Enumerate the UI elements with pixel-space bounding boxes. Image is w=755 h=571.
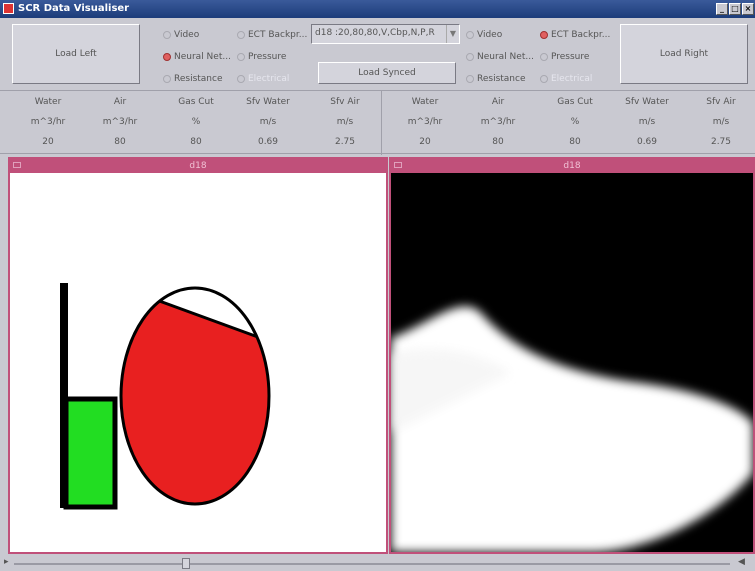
radio-off-icon [466,53,474,61]
panel-minimize-icon[interactable] [394,162,402,168]
title-bar: SCR Data Visualiser _ □ × [0,0,755,18]
radio-off-icon [466,31,474,39]
left-visualisation-panel: d18 [8,157,388,554]
right-value-water: 20 [419,137,431,147]
left-value-gas-cut: 80 [190,137,202,147]
left-radio-electrical: Electrical [237,74,289,84]
right-value-air: 80 [492,137,504,147]
pipe-cross-section-graphic [10,173,386,552]
right-radio-neural[interactable]: Neural Net... [466,52,534,62]
maximize-button[interactable]: □ [729,3,741,15]
panel-minimize-icon[interactable] [13,162,21,168]
dataset-select[interactable]: d18 :20,80,80,V,Cbp,N,P,R ▼ [311,24,460,44]
left-value-water: 20 [42,137,54,147]
radio-on-icon [540,31,548,39]
left-radio-resistance[interactable]: Resistance [163,74,223,84]
load-left-button[interactable]: Load Left [12,24,140,84]
right-header-sfv-water: Sfv Water [625,97,669,107]
left-value-sfv-water: 0.69 [257,137,279,147]
right-panel-header: d18 [391,159,753,173]
left-value-air: 80 [114,137,126,147]
level-bar-fill [63,396,118,510]
left-radio-pressure[interactable]: Pressure [237,52,286,62]
right-value-gas-cut: 80 [569,137,581,147]
right-visualisation-panel: d18 [389,157,755,554]
right-panel-title: d18 [563,161,581,171]
timeline-slider[interactable]: ▸ ◀ [0,556,755,571]
right-unit-sfv-air: m/s [712,117,730,127]
metrics-panel: Water Air Gas Cut Sfv Water Sfv Air m^3/… [0,90,755,155]
left-unit-gas-cut: % [191,117,201,127]
window-title: SCR Data Visualiser [18,3,130,14]
radio-off-icon [163,31,171,39]
right-unit-air: m^3/hr [480,117,516,127]
left-unit-sfv-water: m/s [259,117,277,127]
app-icon [3,3,14,14]
radio-off-icon [163,75,171,83]
right-unit-water: m^3/hr [407,117,443,127]
left-radio-video[interactable]: Video [163,30,199,40]
right-radio-electrical: Electrical [540,74,592,84]
left-header-sfv-water: Sfv Water [246,97,290,107]
slider-track[interactable] [14,563,730,565]
left-header-sfv-air: Sfv Air [330,97,360,107]
left-header-gas-cut: Gas Cut [178,97,214,107]
right-value-sfv-water: 0.69 [636,137,658,147]
left-header-air: Air [113,97,127,107]
right-unit-sfv-water: m/s [638,117,656,127]
radio-disabled-icon [540,75,548,83]
controls-bar: Load Left Video ECT Backpr... Neural Net… [0,18,755,90]
slider-left-arrow-icon[interactable]: ▸ [4,557,9,567]
radio-off-icon [237,31,245,39]
right-header-sfv-air: Sfv Air [706,97,736,107]
radio-off-icon [540,53,548,61]
right-value-sfv-air: 2.75 [710,137,732,147]
right-radio-video[interactable]: Video [466,30,502,40]
right-radio-resistance[interactable]: Resistance [466,74,526,84]
right-header-water: Water [411,97,439,107]
right-header-gas-cut: Gas Cut [557,97,593,107]
chevron-down-icon[interactable]: ▼ [446,25,459,43]
left-unit-water: m^3/hr [30,117,66,127]
radio-disabled-icon [237,75,245,83]
left-unit-air: m^3/hr [102,117,138,127]
slider-thumb[interactable] [181,558,190,569]
right-header-air: Air [491,97,505,107]
radio-on-icon [163,53,171,61]
left-radio-ect[interactable]: ECT Backpr... [237,30,307,40]
left-unit-sfv-air: m/s [336,117,354,127]
right-radio-ect[interactable]: ECT Backpr... [540,30,610,40]
left-radio-neural[interactable]: Neural Net... [163,52,231,62]
left-value-sfv-air: 2.75 [334,137,356,147]
load-right-button[interactable]: Load Right [620,24,748,84]
close-button[interactable]: × [742,3,754,15]
right-radio-pressure[interactable]: Pressure [540,52,589,62]
dataset-select-value: d18 :20,80,80,V,Cbp,N,P,R [315,28,435,38]
left-header-water: Water [34,97,62,107]
ect-reconstruction-image [391,173,753,552]
minimize-button[interactable]: _ [716,3,728,15]
volume-icon[interactable]: ◀ [738,557,745,567]
left-panel-title: d18 [189,161,207,171]
radio-off-icon [466,75,474,83]
load-synced-button[interactable]: Load Synced [318,62,456,84]
radio-off-icon [237,53,245,61]
right-unit-gas-cut: % [570,117,580,127]
left-panel-header: d18 [10,159,386,173]
